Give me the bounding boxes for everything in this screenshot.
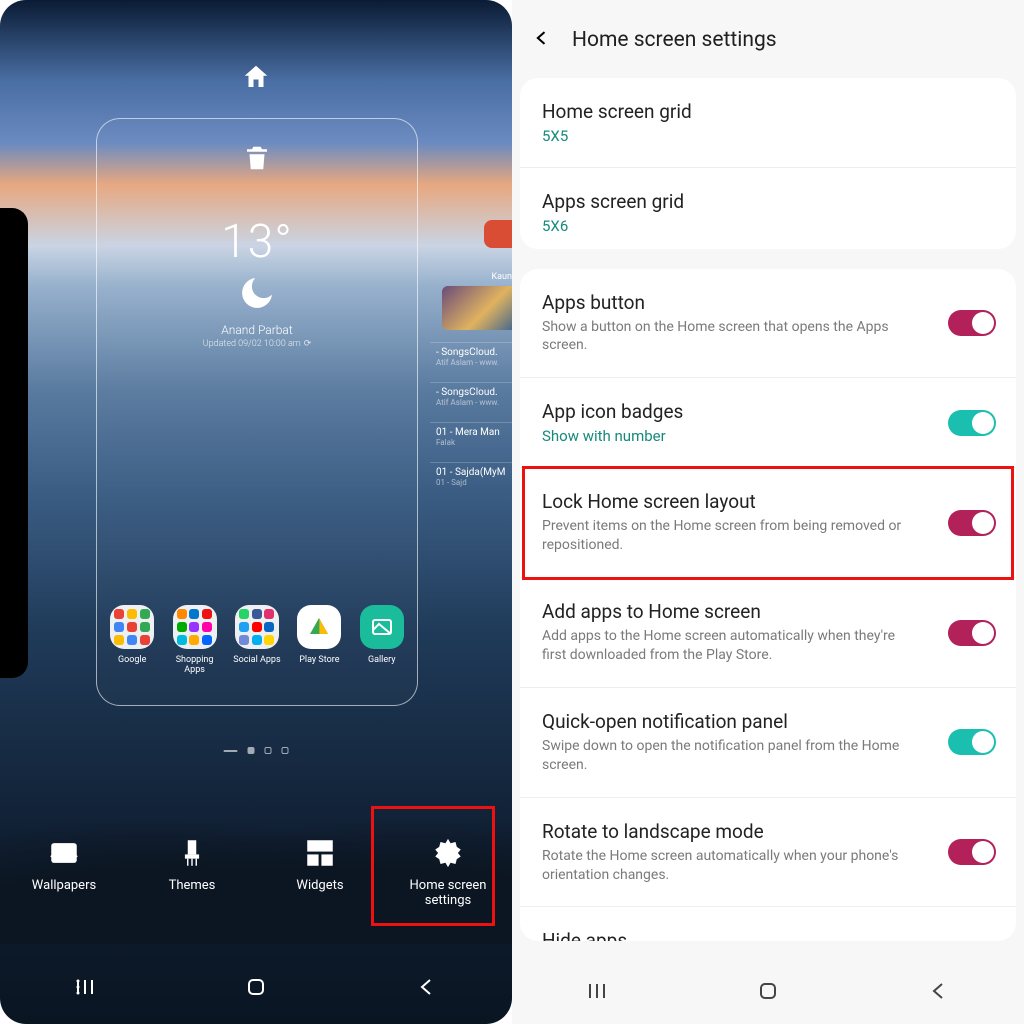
home-edit-pane: 13° Anand Parbat Updated 09/02 10:00 am … bbox=[0, 0, 512, 1024]
peek-track[interactable]: 01 - Mera ManFalak bbox=[430, 422, 512, 451]
settings-title: Home screen settings bbox=[572, 28, 777, 52]
back-button[interactable] bbox=[415, 975, 439, 1003]
toggle[interactable] bbox=[948, 310, 996, 336]
home-icon[interactable] bbox=[241, 62, 271, 96]
home-page-frame[interactable]: 13° Anand Parbat Updated 09/02 10:00 am … bbox=[96, 118, 418, 706]
app-google[interactable]: Google bbox=[103, 605, 161, 675]
toggle[interactable] bbox=[948, 510, 996, 536]
peek-caption: Kaun bbox=[492, 272, 512, 282]
toggle[interactable] bbox=[948, 839, 996, 865]
setting-apps-screen-grid[interactable]: Apps screen grid5X6 bbox=[520, 167, 1016, 249]
toggle[interactable] bbox=[948, 729, 996, 755]
setting-rotate-to-landscape-mode[interactable]: Rotate to landscape modeRotate the Home … bbox=[520, 797, 1016, 907]
peek-notification-icon[interactable] bbox=[484, 220, 512, 248]
setting-lock-home-screen-layout[interactable]: Lock Home screen layoutPrevent items on … bbox=[520, 467, 1016, 577]
android-navbar bbox=[0, 954, 512, 1024]
weather-updated: Updated 09/02 10:00 am bbox=[97, 339, 417, 349]
back-icon[interactable] bbox=[532, 28, 552, 52]
back-button[interactable] bbox=[927, 979, 951, 1007]
peek-poster[interactable] bbox=[442, 286, 512, 330]
page-indicator[interactable] bbox=[224, 747, 289, 754]
edit-gear-button[interactable]: Home screen settings bbox=[393, 826, 503, 918]
edit-row: WallpapersThemesWidgetsHome screen setti… bbox=[0, 826, 512, 918]
settings-card-grids: Home screen grid5X5Apps screen grid5X6 bbox=[520, 78, 1016, 249]
setting-app-icon-badges[interactable]: App icon badgesShow with number bbox=[520, 377, 1016, 467]
settings-header: Home screen settings bbox=[512, 0, 1024, 78]
edit-wallpaper-button[interactable]: Wallpapers bbox=[9, 826, 119, 918]
page-peek-left[interactable] bbox=[0, 208, 28, 678]
peek-track[interactable]: - SongsCloud.Atif Aslam - www. bbox=[430, 342, 512, 371]
setting-add-apps-to-home-screen[interactable]: Add apps to Home screenAdd apps to the H… bbox=[520, 577, 1016, 687]
android-navbar bbox=[512, 961, 1024, 1024]
app-social-apps[interactable]: Social Apps bbox=[228, 605, 286, 675]
setting-hide-apps[interactable]: Hide apps bbox=[520, 906, 1016, 941]
edit-brush-button[interactable]: Themes bbox=[137, 826, 247, 918]
page-peek-right[interactable]: Kaun - SongsCloud.Atif Aslam - www. - Son… bbox=[430, 208, 512, 678]
moon-icon bbox=[97, 269, 417, 317]
setting-quick-open-notification-panel[interactable]: Quick-open notification panelSwipe down … bbox=[520, 687, 1016, 797]
peek-track[interactable]: - SongsCloud.Atif Aslam - www. bbox=[430, 382, 512, 411]
recents-button[interactable] bbox=[585, 979, 609, 1007]
peek-track[interactable]: 01 - Sajda(MyM01 - Sajd bbox=[430, 462, 512, 491]
app-gallery[interactable]: Gallery bbox=[353, 605, 411, 675]
apps-row: GoogleShopping AppsSocial AppsPlay Store… bbox=[97, 605, 417, 675]
home-button[interactable] bbox=[756, 979, 780, 1007]
weather-temp: 13° bbox=[97, 215, 417, 269]
settings-pane: Home screen settings Home screen grid5X5… bbox=[512, 0, 1024, 1024]
app-shopping-apps[interactable]: Shopping Apps bbox=[166, 605, 224, 675]
recents-button[interactable] bbox=[73, 975, 97, 1003]
home-button[interactable] bbox=[244, 975, 268, 1003]
trash-icon[interactable] bbox=[242, 143, 272, 177]
settings-card-options: Apps buttonShow a button on the Home scr… bbox=[520, 269, 1016, 942]
weather-widget[interactable]: 13° Anand Parbat Updated 09/02 10:00 am bbox=[97, 215, 417, 349]
setting-apps-button[interactable]: Apps buttonShow a button on the Home scr… bbox=[520, 269, 1016, 378]
edit-widgets-button[interactable]: Widgets bbox=[265, 826, 375, 918]
setting-home-screen-grid[interactable]: Home screen grid5X5 bbox=[520, 78, 1016, 167]
toggle[interactable] bbox=[948, 620, 996, 646]
app-play-store[interactable]: Play Store bbox=[290, 605, 348, 675]
weather-location: Anand Parbat bbox=[97, 323, 417, 337]
toggle[interactable] bbox=[948, 410, 996, 436]
